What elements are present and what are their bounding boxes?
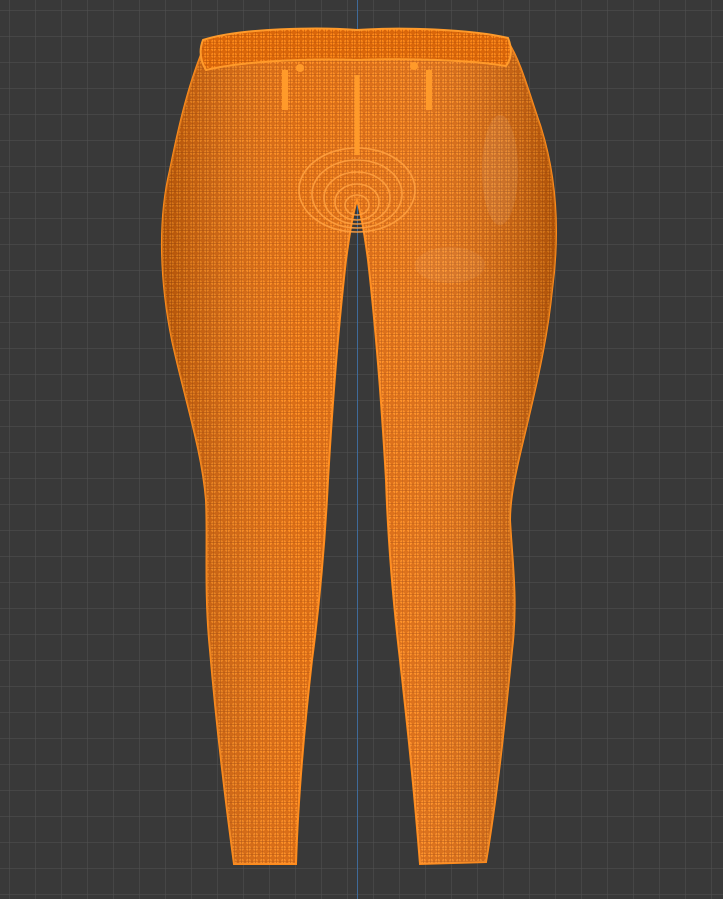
hip-highlight xyxy=(482,115,518,225)
belt-loop-right xyxy=(426,70,432,110)
leggings-mesh[interactable] xyxy=(0,0,723,899)
3d-viewport[interactable] xyxy=(0,0,723,899)
rivet-left xyxy=(296,64,304,72)
rivet-right xyxy=(410,62,418,70)
belt-loop-left xyxy=(282,70,288,110)
thigh-highlight xyxy=(415,247,485,283)
